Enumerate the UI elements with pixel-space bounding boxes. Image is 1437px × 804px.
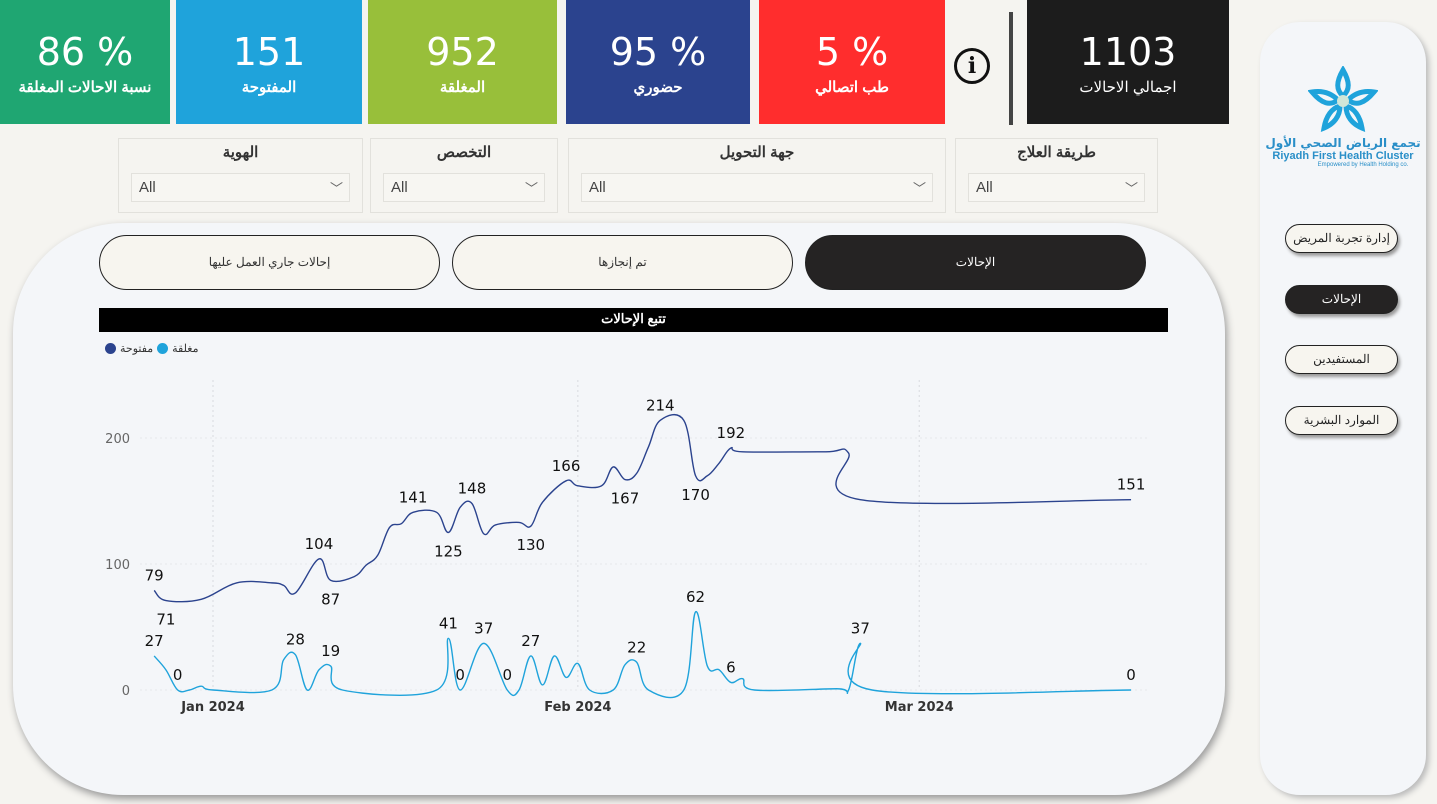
chevron-down-icon: ﹀: [524, 181, 538, 196]
dropdown-value: All: [139, 179, 156, 196]
filter-identity: الهوية All ﹀: [118, 138, 363, 213]
nav-beneficiaries[interactable]: المستفيدين: [1285, 345, 1398, 374]
filter-title: جهة التحويل: [719, 144, 795, 161]
kpi-value: 952: [426, 30, 499, 74]
dropdown-value: All: [391, 179, 408, 196]
tab-completed[interactable]: تم إنجازها: [452, 235, 793, 290]
chevron-down-icon: ﹀: [1124, 181, 1138, 196]
kpi-value: 1103: [1079, 30, 1177, 74]
kpi-label: المغلقة: [439, 79, 486, 96]
nav-patient-experience[interactable]: إدارة تجربة المريض: [1285, 224, 1398, 253]
kpi-total: 1103 اجمالي الاحالات: [1027, 0, 1229, 124]
filter-referral-source-dropdown[interactable]: All ﹀: [581, 173, 933, 202]
divider: [1009, 12, 1013, 125]
filter-title: التخصص: [436, 144, 492, 161]
logo-arabic: تجمع الرياض الصحي الأول: [1265, 136, 1421, 150]
dropdown-value: All: [589, 179, 606, 196]
legend-dot-closed: [157, 343, 169, 354]
legend-closed: مغلقة: [172, 343, 199, 355]
chevron-down-icon: ﹀: [329, 181, 343, 196]
tab-referrals[interactable]: الإحالات: [805, 235, 1146, 290]
filter-title: الهوية: [222, 144, 259, 161]
logo-english: Riyadh First Health Cluster: [1272, 150, 1414, 162]
legend-dot-open: [105, 343, 116, 354]
dropdown-value: All: [976, 179, 993, 196]
filter-referral-source: جهة التحويل All ﹀: [568, 138, 946, 213]
kpi-closed: 952 المغلقة: [368, 0, 557, 124]
logo: تجمع الرياض الصحي الأول Riyadh First Hea…: [1262, 65, 1424, 168]
kpi-label: حضوري: [633, 79, 683, 96]
kpi-label: طب اتصالي: [815, 79, 889, 96]
tab-in-progress[interactable]: إحالات جاري العمل عليها: [99, 235, 440, 290]
nav-human-resources[interactable]: الموارد البشرية: [1285, 406, 1398, 435]
kpi-value: 5 %: [815, 30, 889, 74]
nav-referrals[interactable]: الإحالات: [1285, 285, 1398, 314]
kpi-value: 151: [232, 30, 306, 74]
filter-specialty: التخصص All ﹀: [370, 138, 558, 213]
filter-specialty-dropdown[interactable]: All ﹀: [383, 173, 545, 202]
filter-title: طريقة العلاج: [1017, 144, 1096, 161]
kpi-value: 86 %: [36, 30, 134, 74]
chevron-down-icon: ﹀: [912, 181, 926, 196]
kpi-label: نسبة الاحالات المغلقة: [18, 79, 152, 96]
kpi-telemedicine: 5 % طب اتصالي: [759, 0, 945, 124]
kpi-label: اجمالي الاحالات: [1079, 79, 1177, 96]
filter-identity-dropdown[interactable]: All ﹀: [131, 173, 350, 202]
chart-legend: مفتوحة مغلقة: [105, 342, 198, 355]
kpi-label: المفتوحة: [241, 79, 297, 96]
kpi-closed-rate: 86 % نسبة الاحالات المغلقة: [0, 0, 170, 124]
filter-treatment-method: طريقة العلاج All ﹀: [955, 138, 1158, 213]
logo-tagline: Empowered by Health Holding co.: [1317, 162, 1409, 168]
legend-open: مفتوحة: [120, 343, 154, 355]
info-circle-icon[interactable]: i: [954, 48, 990, 84]
kpi-in-person: 95 % حضوري: [566, 0, 750, 124]
logo-star-icon: [1307, 65, 1379, 132]
chart-title: تتبع الإحالات: [99, 308, 1168, 332]
kpi-open: 151 المفتوحة: [176, 0, 362, 124]
kpi-value: 95 %: [609, 30, 707, 74]
filter-treatment-method-dropdown[interactable]: All ﹀: [968, 173, 1145, 202]
